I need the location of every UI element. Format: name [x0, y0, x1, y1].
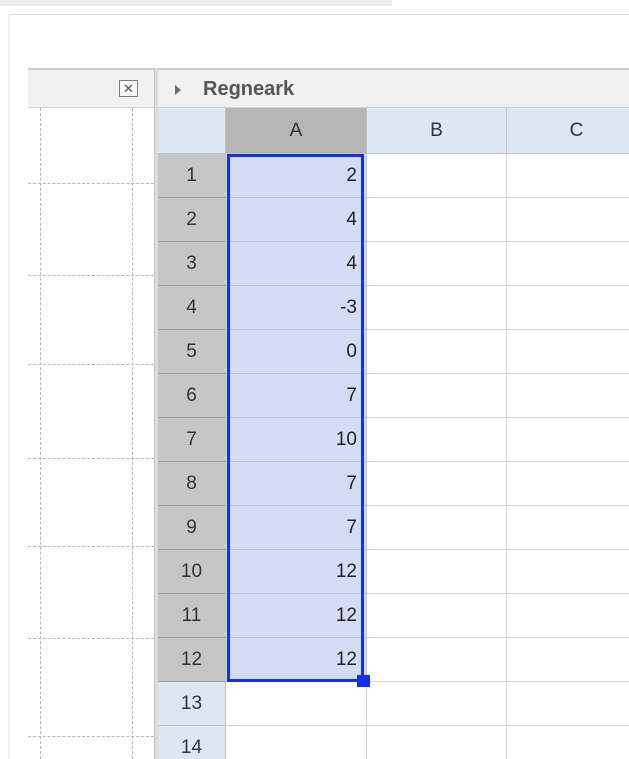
cell-b13[interactable] — [367, 682, 507, 726]
top-bar-accent — [0, 0, 392, 6]
grid-line — [28, 736, 154, 737]
collapse-arrow-icon[interactable] — [175, 85, 181, 95]
row-header[interactable]: 14 — [158, 726, 226, 759]
cell-b2[interactable] — [367, 198, 507, 242]
row-header[interactable]: 2 — [158, 198, 226, 242]
cell-b12[interactable] — [367, 638, 507, 682]
row-header[interactable]: 5 — [158, 330, 226, 374]
column-header-a[interactable]: A — [226, 108, 367, 154]
cell-a6[interactable]: 7 — [226, 374, 367, 418]
grid-line — [28, 364, 154, 365]
cell-b1[interactable] — [367, 154, 507, 198]
cell-a1[interactable]: 2 — [226, 154, 367, 198]
row-header[interactable]: 12 — [158, 638, 226, 682]
cell-c6[interactable] — [507, 374, 629, 418]
left-edge — [8, 14, 10, 759]
cell-c4[interactable] — [507, 286, 629, 330]
cell-c8[interactable] — [507, 462, 629, 506]
grid-line — [28, 458, 154, 459]
cell-a10[interactable]: 12 — [226, 550, 367, 594]
cell-a13[interactable] — [226, 682, 367, 726]
cell-a12[interactable]: 12 — [226, 638, 367, 682]
cell-c14[interactable] — [507, 726, 629, 759]
row-header[interactable]: 8 — [158, 462, 226, 506]
row-header[interactable]: 9 — [158, 506, 226, 550]
close-icon: ✕ — [123, 81, 134, 96]
cell-b7[interactable] — [367, 418, 507, 462]
cell-c7[interactable] — [507, 418, 629, 462]
row-header[interactable]: 10 — [158, 550, 226, 594]
grid-line — [28, 546, 154, 547]
grid-line — [28, 638, 154, 639]
grid-line — [28, 275, 154, 276]
cell-c1[interactable] — [507, 154, 629, 198]
cell-a8[interactable]: 7 — [226, 462, 367, 506]
row-header[interactable]: 6 — [158, 374, 226, 418]
cell-c10[interactable] — [507, 550, 629, 594]
cell-b8[interactable] — [367, 462, 507, 506]
top-bar — [0, 0, 629, 14]
cell-a14[interactable] — [226, 726, 367, 759]
row-header[interactable]: 7 — [158, 418, 226, 462]
grid-line — [40, 108, 41, 759]
cell-c12[interactable] — [507, 638, 629, 682]
cell-b4[interactable] — [367, 286, 507, 330]
cell-a9[interactable]: 7 — [226, 506, 367, 550]
select-all-corner[interactable] — [158, 108, 226, 154]
cell-a3[interactable]: 4 — [226, 242, 367, 286]
cell-b5[interactable] — [367, 330, 507, 374]
cell-c3[interactable] — [507, 242, 629, 286]
cell-c9[interactable] — [507, 506, 629, 550]
cell-b10[interactable] — [367, 550, 507, 594]
graphics-view-grid[interactable] — [28, 108, 154, 759]
column-header-c[interactable]: C — [507, 108, 629, 154]
cell-c5[interactable] — [507, 330, 629, 374]
cell-c13[interactable] — [507, 682, 629, 726]
spreadsheet[interactable]: A B C 1 2 2 4 3 4 4 -3 5 0 6 7 7 10 8 7 … — [158, 108, 629, 759]
cell-b6[interactable] — [367, 374, 507, 418]
grid-line — [28, 183, 154, 184]
cell-a2[interactable]: 4 — [226, 198, 367, 242]
cell-b11[interactable] — [367, 594, 507, 638]
fill-handle[interactable] — [357, 675, 370, 687]
close-view-button[interactable]: ✕ — [119, 80, 138, 97]
row-header[interactable]: 11 — [158, 594, 226, 638]
grid-line — [132, 108, 133, 759]
cell-a5[interactable]: 0 — [226, 330, 367, 374]
spreadsheet-title: Regneark — [203, 78, 295, 100]
row-header[interactable]: 1 — [158, 154, 226, 198]
input-area — [10, 14, 629, 69]
row-header[interactable]: 13 — [158, 682, 226, 726]
cell-a7[interactable]: 10 — [226, 418, 367, 462]
row-header[interactable]: 3 — [158, 242, 226, 286]
cell-b9[interactable] — [367, 506, 507, 550]
cell-a11[interactable]: 12 — [226, 594, 367, 638]
cell-c11[interactable] — [507, 594, 629, 638]
cell-c2[interactable] — [507, 198, 629, 242]
column-header-b[interactable]: B — [367, 108, 507, 154]
cell-b14[interactable] — [367, 726, 507, 759]
cell-a4[interactable]: -3 — [226, 286, 367, 330]
geogebra-window: ✕ Regneark A B C 1 2 2 4 3 4 4 -3 5 0 6 … — [0, 0, 629, 759]
row-header[interactable]: 4 — [158, 286, 226, 330]
cell-b3[interactable] — [367, 242, 507, 286]
